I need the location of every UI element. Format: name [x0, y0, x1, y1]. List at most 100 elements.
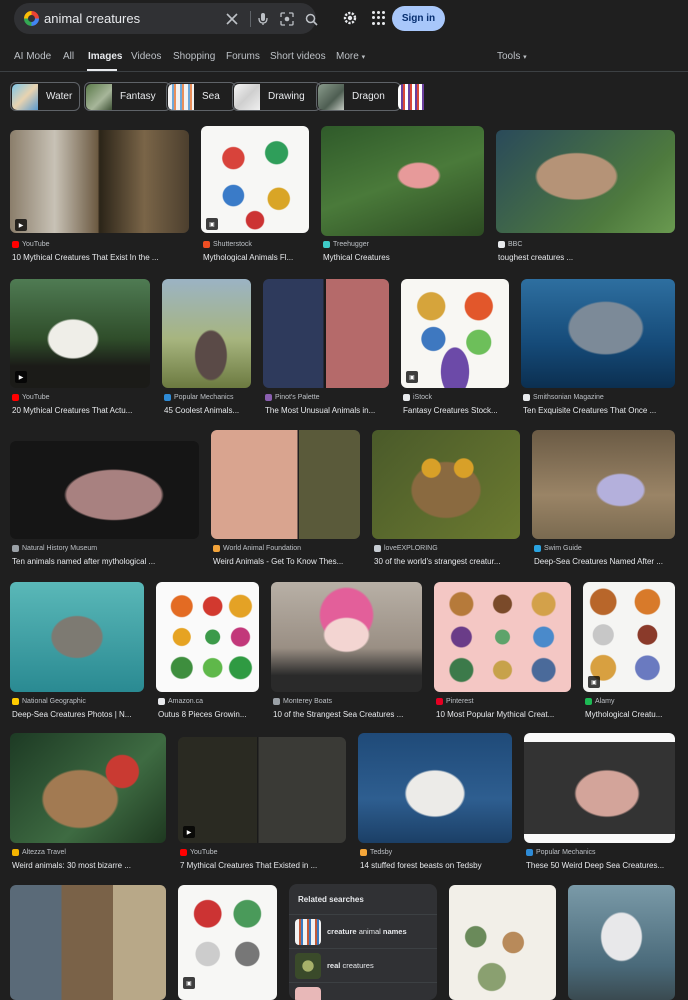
image-result[interactable]: ▣ Shutterstock Mythological Animals Fl..… [201, 126, 309, 268]
search-divider [250, 11, 251, 27]
gallery-icon: ▣ [406, 371, 418, 383]
result-thumbnail [156, 582, 259, 692]
result-thumbnail [434, 582, 571, 692]
sign-in-button[interactable]: Sign in [392, 6, 445, 31]
source-name: National Geographic [22, 698, 86, 705]
image-result[interactable]: ▶ YouTube 10 Mythical Creatures That Exi… [10, 130, 189, 268]
google-logo-icon[interactable] [24, 11, 39, 26]
gallery-icon: ▣ [183, 977, 195, 989]
tab-short-videos[interactable]: Short videos [270, 51, 326, 62]
image-result[interactable]: Popular Mechanics These 50 Weird Deep Se… [524, 733, 675, 873]
result-thumbnail [568, 885, 675, 1000]
result-thumbnail [263, 279, 389, 388]
image-result[interactable]: Altezza Travel Weird animals: 30 most bi… [10, 733, 166, 873]
image-result[interactable]: National Geographic Deep-Sea Creatures P… [10, 582, 144, 722]
image-result[interactable]: ▶ YouTube 20 Mythical Creatures That Act… [10, 279, 150, 420]
result-source: Monterey Boats [273, 698, 332, 705]
image-result[interactable]: Smithsonian Magazine Ten Exquisite Creat… [521, 279, 675, 420]
tab-videos[interactable]: Videos [131, 51, 161, 62]
image-result[interactable]: Treehugger Mythical Creatures [321, 126, 484, 268]
result-source: Altezza Travel [12, 849, 66, 856]
chip-thumbnail [398, 83, 424, 110]
settings-gear-icon[interactable] [341, 9, 359, 27]
image-result[interactable]: ▣ Alamy Mythological Creatu... [583, 582, 675, 722]
image-result[interactable]: Popular Mechanics 45 Coolest Animals... [162, 279, 251, 420]
chip-sea[interactable]: Sea [166, 82, 236, 111]
image-result[interactable]: World Animal Foundation Weird Animals - … [211, 430, 360, 569]
image-result[interactable]: ▣ iStock Fantasy Creatures Stock... [401, 279, 509, 420]
chip-fantasy[interactable]: Fantasy [84, 82, 171, 111]
result-thumbnail [521, 279, 675, 388]
result-thumbnail [524, 733, 675, 843]
result-title: 10 Most Popular Mythical Creat... [436, 710, 555, 719]
result-source: Shutterstock [203, 241, 252, 248]
tab-forums[interactable]: Forums [226, 51, 260, 62]
result-title: Deep-Sea Creatures Photos | N... [12, 710, 132, 719]
chip-water[interactable]: Water [10, 82, 80, 111]
image-result[interactable] [449, 885, 556, 1000]
related-search-item[interactable]: real creatures [289, 948, 437, 982]
image-result[interactable] [10, 885, 166, 1000]
result-source: Tedsby [360, 849, 392, 856]
result-title: 45 Coolest Animals... [164, 406, 240, 415]
chip-thumbnail [168, 83, 194, 110]
tab-images[interactable]: Images [88, 51, 122, 62]
chip-label: Fantasy [120, 91, 156, 102]
result-title: Ten animals named after mythological ... [12, 557, 156, 566]
result-source: Popular Mechanics [164, 394, 234, 401]
header: Sign in [0, 0, 688, 40]
image-result[interactable]: loveEXPLORING 30 of the world's stranges… [372, 430, 520, 569]
search-icon[interactable] [301, 9, 321, 29]
result-title: Deep-Sea Creatures Named After ... [534, 557, 663, 566]
search-box[interactable] [14, 3, 318, 34]
result-thumbnail [358, 733, 512, 843]
related-search-item[interactable] [289, 982, 437, 1000]
result-title: Mythological Creatu... [585, 710, 663, 719]
image-result[interactable]: Tedsby 14 stuffed forest beasts on Tedsb… [358, 733, 512, 873]
source-name: BBC [508, 241, 523, 248]
search-input[interactable] [44, 11, 214, 26]
source-name: YouTube [22, 241, 50, 248]
result-thumbnail [178, 737, 346, 843]
image-result[interactable]: Natural History Museum Ten animals named… [10, 441, 199, 569]
chevron-down-icon: ▾ [361, 54, 366, 61]
tab-all[interactable]: All [63, 51, 74, 62]
image-result[interactable] [568, 885, 675, 1000]
related-searches-title: Related searches [298, 895, 364, 904]
microphone-icon[interactable] [253, 9, 273, 29]
result-title: Outus 8 Pieces Growin... [158, 710, 247, 719]
tab-ai-mode[interactable]: AI Mode [14, 51, 51, 62]
image-result[interactable]: BBC toughest creatures ... [496, 130, 675, 268]
result-thumbnail [271, 582, 422, 692]
chip-thumbnail [12, 83, 38, 110]
image-result[interactable]: ▶ YouTube 7 Mythical Creatures That Exis… [178, 737, 346, 873]
image-result[interactable]: Pinterest 10 Most Popular Mythical Creat… [434, 582, 571, 722]
apps-grid-icon[interactable] [370, 9, 388, 27]
chip-dragon[interactable]: Dragon [316, 82, 401, 111]
image-result[interactable]: Pinot's Palette The Most Unusual Animals… [263, 279, 389, 420]
image-result[interactable]: Monterey Boats 10 of the Strangest Sea C… [271, 582, 422, 722]
filter-chips: Water Fantasy Sea Drawing Dragon [10, 82, 688, 112]
tools-button[interactable]: Tools ▾ [497, 51, 527, 62]
chip-thumbnail [86, 83, 112, 110]
result-title: 10 of the Strangest Sea Creatures ... [273, 710, 404, 719]
chip-drawing[interactable]: Drawing [232, 82, 321, 111]
source-name: loveEXPLORING [384, 545, 438, 552]
tab-shopping[interactable]: Shopping [173, 51, 215, 62]
result-thumbnail [10, 279, 150, 388]
result-source: iStock [403, 394, 432, 401]
result-title: Mythical Creatures [323, 253, 390, 262]
result-title: 30 of the world's strangest creatur... [374, 557, 501, 566]
related-thumbnail [295, 952, 321, 979]
result-source: YouTube [12, 241, 50, 248]
result-title: Ten Exquisite Creatures That Once ... [523, 406, 657, 415]
image-result[interactable]: ▣ [178, 885, 277, 1000]
lens-icon[interactable] [277, 9, 297, 29]
clear-icon[interactable] [222, 9, 242, 29]
related-search-item[interactable]: creature animal names [289, 914, 437, 948]
image-result[interactable]: Amazon.ca Outus 8 Pieces Growin... [156, 582, 259, 722]
source-name: Smithsonian Magazine [533, 394, 604, 401]
tab-more[interactable]: More ▾ [336, 51, 365, 62]
chip-more[interactable] [396, 82, 436, 111]
image-result[interactable]: Swim Guide Deep-Sea Creatures Named Afte… [532, 430, 675, 569]
